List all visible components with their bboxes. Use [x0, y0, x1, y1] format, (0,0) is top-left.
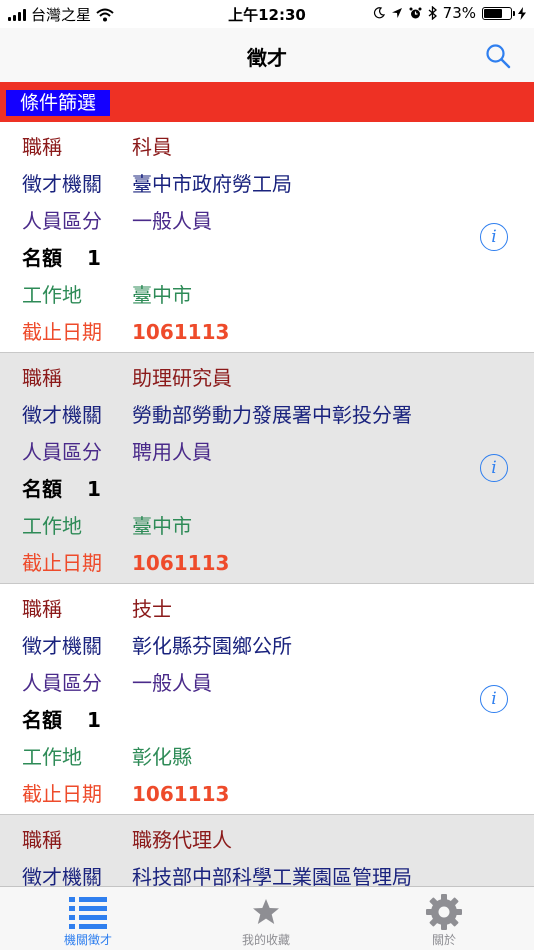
agency-label: 徵才機關: [22, 403, 102, 427]
tab-label: 機關徵才: [63, 933, 112, 947]
job-title-label: 職稱: [22, 597, 62, 621]
job-list-item[interactable]: 職稱 助理研究員 徵才機關 勞動部勞動力發展署中彰投分署 人員區分 聘用人員 名額 1 …: [0, 353, 534, 584]
tab-favorites[interactable]: 我的收藏: [206, 893, 326, 948]
job-list-item[interactable]: 職稱 職務代理人 徵才機關 科技部中部科學工業園區管理局: [0, 815, 534, 895]
deadline-value: 1061113: [132, 782, 230, 806]
job-title-value: 技士: [132, 597, 172, 621]
quota-label: 名額: [22, 708, 62, 732]
info-icon[interactable]: i: [480, 685, 508, 713]
category-label: 人員區分: [22, 209, 102, 233]
tab-label: 關於: [431, 933, 456, 947]
info-icon[interactable]: i: [480, 454, 508, 482]
alarm-icon: [409, 7, 422, 18]
tab-label: 我的收藏: [241, 933, 290, 947]
quota-label: 名額: [22, 246, 62, 270]
list-icon: [69, 897, 107, 929]
location-arrow-icon: [391, 8, 402, 18]
tab-agency-jobs[interactable]: 機關徵才: [28, 893, 148, 948]
location-label: 工作地: [22, 745, 82, 769]
job-title-value: 科員: [132, 135, 172, 159]
bluetooth-icon: [428, 6, 437, 20]
info-icon[interactable]: i: [480, 223, 508, 251]
job-title-value: 職務代理人: [132, 828, 232, 852]
agency-value: 彰化縣芬園鄉公所: [132, 634, 292, 658]
deadline-label: 截止日期: [22, 551, 102, 575]
deadline-label: 截止日期: [22, 320, 102, 344]
deadline-value: 1061113: [132, 320, 230, 344]
status-bar: 台灣之星 上午12:30 73%: [0, 0, 534, 28]
search-icon[interactable]: [484, 42, 512, 70]
location-value: 臺中市: [132, 514, 192, 538]
location-value: 臺中市: [132, 283, 192, 307]
battery-percent: 73%: [442, 4, 476, 22]
job-title-label: 職稱: [22, 828, 62, 852]
job-list-item[interactable]: 職稱 科員 徵才機關 臺中市政府勞工局 人員區分 一般人員 名額 1 工作地 臺中市 截止…: [0, 122, 534, 353]
job-list-item[interactable]: 職稱 技士 徵才機關 彰化縣芬園鄉公所 人員區分 一般人員 名額 1 工作地 彰化縣 截止…: [0, 584, 534, 815]
filter-button[interactable]: 條件篩選: [6, 90, 111, 116]
page-title: 徵才: [247, 46, 287, 70]
agency-value: 勞動部勞動力發展署中彰投分署: [132, 403, 412, 427]
category-value: 一般人員: [132, 209, 212, 233]
job-title-value: 助理研究員: [132, 366, 232, 390]
agency-label: 徵才機關: [22, 634, 102, 658]
location-label: 工作地: [22, 283, 82, 307]
quota-label: 名額: [22, 477, 62, 501]
category-label: 人員區分: [22, 671, 102, 695]
gear-icon: [426, 894, 462, 930]
charging-bolt-icon: [518, 6, 526, 20]
category-label: 人員區分: [22, 440, 102, 464]
tab-about[interactable]: 關於: [384, 893, 504, 948]
job-list[interactable]: 職稱 科員 徵才機關 臺中市政府勞工局 人員區分 一般人員 名額 1 工作地 臺中市 截止…: [0, 122, 534, 895]
quota-value: 1: [87, 477, 101, 501]
location-value: 彰化縣: [132, 745, 192, 769]
moon-icon: [373, 7, 385, 19]
quota-value: 1: [87, 708, 101, 732]
deadline-value: 1061113: [132, 551, 230, 575]
agency-label: 徵才機關: [22, 172, 102, 196]
agency-value: 臺中市政府勞工局: [132, 172, 292, 196]
filter-bar: 條件篩選: [0, 82, 534, 122]
job-title-label: 職稱: [22, 366, 62, 390]
category-value: 聘用人員: [132, 440, 212, 464]
category-value: 一般人員: [132, 671, 212, 695]
star-icon: [253, 899, 279, 924]
quota-value: 1: [87, 246, 101, 270]
nav-bar: 徵才: [0, 28, 534, 82]
location-label: 工作地: [22, 514, 82, 538]
deadline-label: 截止日期: [22, 782, 102, 806]
battery-icon: [482, 6, 515, 20]
tab-bar: 機關徵才 我的收藏 關於: [0, 886, 534, 950]
job-title-label: 職稱: [22, 135, 62, 159]
